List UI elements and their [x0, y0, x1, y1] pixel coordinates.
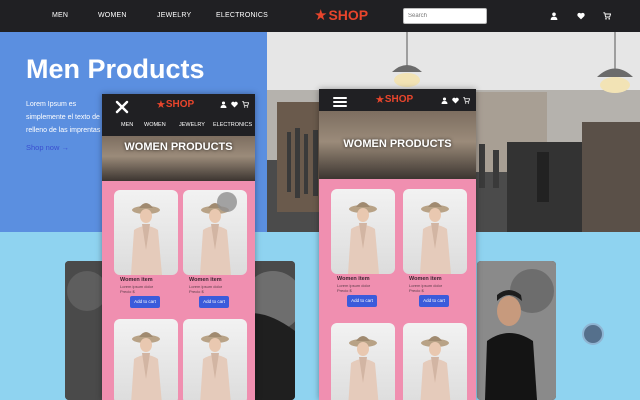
cart-icon[interactable] — [463, 97, 470, 104]
product-image[interactable] — [183, 190, 247, 275]
cart-icon[interactable] — [242, 101, 249, 108]
phone-nav-women[interactable]: WOMEN — [144, 122, 166, 128]
add-to-cart-button[interactable]: Add to cart — [130, 296, 160, 308]
phone-mockup-left: ★ SHOP MEN WOMEN JEWELRY ELECTRONICS WOME… — [102, 94, 255, 400]
shop-now-link[interactable]: Shop now → — [26, 143, 69, 152]
nav-electronics[interactable]: ELECTRONICS — [216, 12, 268, 19]
heart-icon[interactable] — [577, 12, 585, 20]
heart-icon[interactable] — [452, 97, 459, 104]
hero-text: Lorem Ipsum es simplemente el texto de r… — [26, 101, 106, 134]
product-image[interactable] — [331, 189, 395, 274]
product-desc: Lorem ipsum dolor Precio $ — [409, 283, 443, 293]
product-desc: Lorem ipsum dolor Precio $ — [189, 284, 223, 294]
user-icon[interactable] — [220, 101, 227, 108]
man-photo — [477, 261, 556, 400]
phone-nav-electronics[interactable]: ELECTRONICS — [213, 122, 252, 128]
close-icon[interactable] — [115, 100, 129, 114]
product-title: Women item — [409, 276, 442, 282]
logo-text: SHOP — [328, 7, 369, 23]
product-image[interactable] — [114, 319, 178, 400]
add-to-cart-button[interactable]: Add to cart — [419, 295, 449, 307]
product-image[interactable] — [403, 189, 467, 274]
phone-left-nav: MEN WOMEN JEWELRY ELECTRONICS — [102, 116, 255, 136]
phone-mockup-right: ★ SHOP WOMEN PRODUCTS Women item Lorem ip… — [319, 89, 476, 400]
phone-left-logo-text: SHOP — [165, 99, 195, 110]
user-icon[interactable] — [550, 12, 558, 20]
cart-icon[interactable] — [603, 12, 611, 20]
product-image[interactable] — [403, 323, 467, 400]
nav-women[interactable]: WOMEN — [98, 12, 127, 19]
star-icon: ★ — [375, 94, 385, 106]
phone-left-banner: WOMEN PRODUCTS — [102, 136, 255, 181]
phone-left-banner-title: WOMEN PRODUCTS — [124, 141, 233, 153]
model-photo — [131, 332, 162, 400]
hero-title: Men Products — [26, 54, 205, 84]
model-photo — [200, 203, 231, 275]
site-logo[interactable]: ★ SHOP — [314, 6, 368, 24]
heart-icon[interactable] — [231, 101, 238, 108]
phone-right-logo[interactable]: ★ SHOP — [375, 93, 413, 106]
user-icon[interactable] — [441, 97, 448, 104]
phone-nav-jewelry[interactable]: JEWELRY — [179, 122, 205, 128]
phone-right-banner: WOMEN PRODUCTS — [319, 111, 476, 179]
search-input[interactable] — [403, 8, 487, 24]
product-desc: Lorem ipsum dolor Precio $ — [337, 283, 371, 293]
top-navbar: MEN WOMEN JEWELRY ELECTRONICS ★ SHOP — [0, 0, 640, 32]
phone-right-banner-title: WOMEN PRODUCTS — [343, 138, 452, 150]
product-image[interactable] — [183, 319, 247, 400]
product-title: Women item — [337, 276, 370, 282]
model-photo — [131, 203, 162, 275]
product-title: Women item — [189, 277, 222, 283]
phone-nav-men[interactable]: MEN — [121, 122, 133, 128]
phone-left-logo[interactable]: ★ SHOP — [156, 98, 194, 111]
model-photo — [348, 336, 379, 400]
product-title: Women item — [120, 277, 153, 283]
star-icon: ★ — [156, 99, 166, 111]
scroll-to-top-button[interactable] — [582, 323, 604, 345]
product-image[interactable] — [331, 323, 395, 400]
star-icon: ★ — [314, 7, 328, 24]
product-image[interactable] — [114, 190, 178, 275]
nav-men[interactable]: MEN — [52, 12, 68, 19]
model-photo — [420, 336, 451, 400]
menu-icon[interactable] — [333, 95, 347, 109]
phone-right-logo-text: SHOP — [384, 94, 414, 105]
add-to-cart-button[interactable]: Add to cart — [347, 295, 377, 307]
model-photo — [348, 202, 379, 274]
men-photo-panel — [477, 261, 556, 400]
touch-indicator — [217, 192, 237, 212]
model-photo — [200, 332, 231, 400]
model-photo — [420, 202, 451, 274]
add-to-cart-button[interactable]: Add to cart — [199, 296, 229, 308]
product-desc: Lorem ipsum dolor Precio $ — [120, 284, 154, 294]
nav-jewelry[interactable]: JEWELRY — [157, 12, 191, 19]
